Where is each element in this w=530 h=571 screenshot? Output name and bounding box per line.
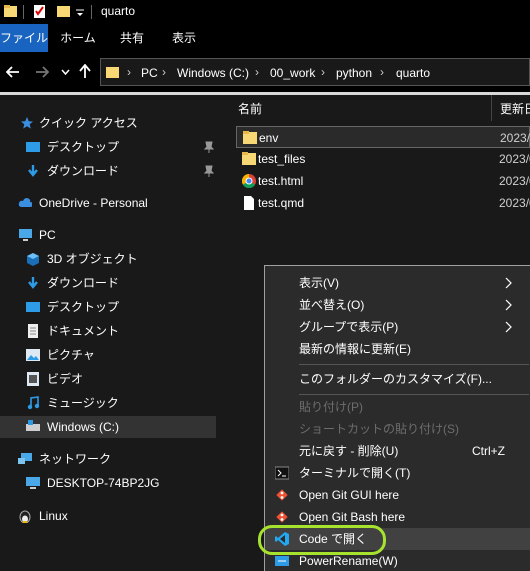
new-folder-icon[interactable] (57, 4, 71, 18)
window-title: quarto (101, 4, 136, 18)
menu-item-undo-delete[interactable]: 元に戻す - 削除(U) Ctrl+Z (265, 440, 530, 462)
sidebar-item-pictures[interactable]: ピクチャ (0, 344, 216, 366)
folder-icon (106, 67, 119, 78)
recent-locations-chevron-icon[interactable] (61, 68, 70, 76)
forward-arrow-icon[interactable] (35, 65, 49, 79)
chevron-right-icon (505, 321, 512, 333)
video-icon (27, 372, 39, 386)
breadcrumb-pc[interactable]: PC (141, 66, 158, 80)
undo-shortcut: Ctrl+Z (472, 444, 505, 458)
breadcrumb-00-work[interactable]: 00_work (270, 66, 315, 80)
menu-item-sort[interactable]: 並べ替え(O) (265, 294, 530, 316)
tab-home[interactable]: ホーム (56, 24, 100, 52)
sidebar-item-pc[interactable]: PC (0, 224, 216, 246)
ribbon-tabs: ファイル ホーム 共有 表示 (0, 24, 530, 52)
breadcrumb-separator: › (127, 65, 131, 79)
navigation-pane: クイック アクセス デスクトップ ダウンロード OneDrive - Perso… (0, 95, 224, 571)
menu-item-group[interactable]: グループで表示(P) (265, 316, 530, 338)
pin-icon (204, 165, 214, 177)
monitor-icon (26, 477, 40, 489)
git-icon (276, 489, 288, 501)
sidebar-item-desktop-pc[interactable]: DESKTOP-74BP2JG (0, 472, 216, 494)
sidebar-item-desktop[interactable]: デスクトップ (0, 296, 216, 318)
sidebar-item-videos[interactable]: ビデオ (0, 368, 216, 390)
folder-icon (242, 152, 256, 165)
desktop-icon (26, 302, 40, 312)
music-note-icon (27, 396, 40, 410)
tab-file[interactable]: ファイル (0, 24, 48, 52)
file-row-test-html[interactable]: test.html 2023/0 (236, 170, 530, 192)
penguin-icon (19, 510, 31, 523)
title-divider (91, 5, 92, 19)
menu-item-refresh[interactable]: 最新の情報に更新(E) (265, 338, 530, 360)
desktop-icon (26, 142, 40, 152)
cube-icon (27, 253, 39, 266)
sidebar-item-desktop-quick[interactable]: デスクトップ (0, 136, 216, 158)
sidebar-item-quick-access[interactable]: クイック アクセス (0, 112, 216, 134)
menu-item-view[interactable]: 表示(V) (265, 272, 530, 294)
file-row-env[interactable]: env 2023/0 (236, 126, 530, 148)
powerrename-icon (275, 556, 289, 566)
title-bar: quarto (0, 0, 530, 24)
sidebar-item-downloads-quick[interactable]: ダウンロード (0, 160, 216, 182)
back-arrow-icon[interactable] (6, 65, 20, 79)
chrome-icon (242, 174, 256, 188)
sidebar-item-network[interactable]: ネットワーク (0, 448, 216, 470)
document-icon (28, 324, 38, 338)
menu-item-paste[interactable]: 貼り付け(P) (265, 396, 530, 418)
folder-icon (4, 5, 17, 17)
tab-view[interactable]: 表示 (164, 24, 204, 52)
up-arrow-icon[interactable] (78, 64, 92, 79)
column-header-name[interactable]: 名前 (238, 100, 262, 117)
download-arrow-icon (28, 165, 38, 177)
folder-icon (243, 131, 257, 144)
sidebar-item-onedrive[interactable]: OneDrive - Personal (0, 192, 216, 214)
sidebar-item-downloads[interactable]: ダウンロード (0, 272, 216, 294)
tab-share[interactable]: 共有 (112, 24, 152, 52)
sidebar-item-linux[interactable]: Linux (0, 505, 216, 527)
menu-item-git-gui[interactable]: Open Git GUI here (265, 484, 530, 506)
terminal-icon (275, 466, 289, 480)
title-divider (23, 5, 24, 19)
git-icon (276, 511, 288, 523)
chevron-right-icon (505, 277, 512, 289)
menu-separator (299, 364, 529, 365)
breadcrumb-python[interactable]: python (336, 66, 372, 80)
menu-separator (299, 394, 529, 395)
drive-icon (26, 420, 40, 431)
file-row-test-files[interactable]: test_files 2023/0 (236, 148, 530, 170)
chevron-right-icon (505, 299, 512, 311)
properties-icon[interactable] (33, 4, 47, 19)
breadcrumb-separator: › (255, 65, 259, 79)
network-icon (18, 453, 32, 464)
document-icon (244, 196, 254, 210)
sidebar-item-windows-c[interactable]: Windows (C:) (0, 416, 216, 438)
navigation-bar: › PC › Windows (C:) › 00_work › python ›… (0, 52, 530, 92)
customize-quick-access-icon[interactable] (76, 7, 84, 17)
picture-icon (26, 349, 40, 361)
sidebar-item-music[interactable]: ミュージック (0, 392, 216, 414)
computer-icon (19, 229, 32, 241)
column-divider (491, 95, 492, 121)
menu-item-customize-folder[interactable]: このフォルダーのカスタマイズ(F)... (265, 368, 530, 390)
sidebar-item-3d-objects[interactable]: 3D オブジェクト (0, 248, 216, 270)
download-arrow-icon (28, 277, 38, 289)
pin-icon (204, 141, 214, 153)
menu-item-paste-shortcut[interactable]: ショートカットの貼り付け(S) (265, 418, 530, 440)
sidebar-item-documents[interactable]: ドキュメント (0, 320, 216, 342)
column-header-date[interactable]: 更新日 (500, 100, 530, 117)
breadcrumb-separator: › (321, 65, 325, 79)
highlight-ring (258, 525, 386, 555)
file-row-test-qmd[interactable]: test.qmd 2023/0 (236, 192, 530, 214)
star-icon (21, 117, 33, 129)
breadcrumb-quarto[interactable]: quarto (396, 66, 430, 80)
menu-item-open-terminal[interactable]: ターミナルで開く(T) (265, 462, 530, 484)
address-bar[interactable]: › PC › Windows (C:) › 00_work › python ›… (100, 58, 530, 86)
cloud-icon (18, 198, 32, 207)
breadcrumb-separator: › (380, 65, 384, 79)
breadcrumb-separator: › (162, 65, 166, 79)
breadcrumb-windows-c[interactable]: Windows (C:) (177, 66, 249, 80)
